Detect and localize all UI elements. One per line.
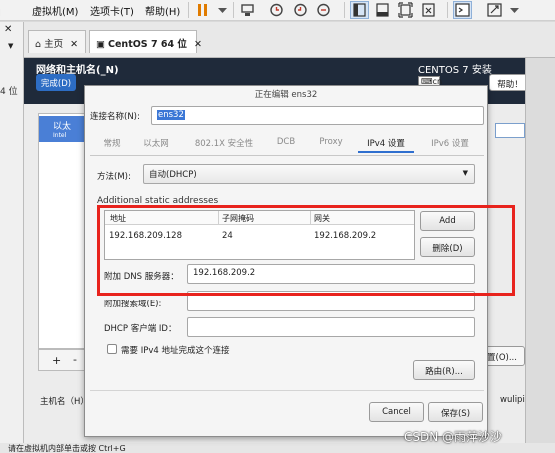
toolbar-separator xyxy=(233,2,234,18)
configure-button[interactable]: 置(O)... xyxy=(482,346,525,366)
dhcp-client-id-label: DHCP 客户端 ID： xyxy=(104,324,177,334)
dhcp-client-id-input[interactable] xyxy=(187,317,475,337)
watermark: CSDN @雨萍沙沙 xyxy=(404,430,503,444)
stretch-view-icon[interactable] xyxy=(485,1,504,19)
header-netmask: 子网掩码 xyxy=(222,214,254,223)
search-domain-input[interactable] xyxy=(187,291,475,311)
toolbar-separator xyxy=(447,2,448,18)
menu-tabs[interactable]: 选项卡(T) xyxy=(90,3,134,18)
console-view-icon[interactable] xyxy=(453,1,472,19)
method-value: 自动(DHCP) xyxy=(149,170,197,180)
vm-scrollbar-area xyxy=(525,58,555,453)
vmware-tab-row: ✕ ▼ ⌂ 主页 ✕ ▣ CentOS 7 64 位 ✕ xyxy=(0,22,555,58)
vmware-menubar: 』 虚拟机(M) 选项卡(T) 帮助(H) xyxy=(0,0,555,21)
tab-proxy[interactable]: Proxy xyxy=(314,131,348,153)
connection-name-input[interactable]: ens32 xyxy=(151,106,484,125)
menu-item-partial[interactable]: 』 xyxy=(0,3,6,18)
send-ctrl-alt-del-icon[interactable] xyxy=(238,1,257,19)
delete-address-button[interactable]: 删除(D) xyxy=(420,237,475,257)
connection-name-value: ens32 xyxy=(157,110,185,120)
show-library-icon[interactable] xyxy=(350,1,369,19)
require-ipv4-checkbox[interactable] xyxy=(107,344,117,354)
snapshot-icon[interactable] xyxy=(267,1,286,19)
connection-name-label: 连接名称(N): xyxy=(90,112,140,122)
routes-button[interactable]: 路由(R)... xyxy=(413,360,475,380)
close-library-icon[interactable]: ✕ xyxy=(4,24,12,35)
dropdown-arrow-icon[interactable] xyxy=(213,1,232,19)
library-item-partial[interactable]: 4 位 xyxy=(0,84,18,97)
save-button[interactable]: 保存(S) xyxy=(428,402,483,422)
menu-help[interactable]: 帮助(H) xyxy=(145,3,180,18)
snapshot-manager-icon[interactable] xyxy=(314,1,333,19)
chevron-down-icon[interactable]: ▼ xyxy=(8,42,13,50)
dialog-divider xyxy=(90,390,484,391)
remove-interface-button[interactable]: - xyxy=(73,353,77,366)
cell-gateway[interactable]: 192.168.209.2 xyxy=(314,231,376,241)
thumbnail-view-icon[interactable] xyxy=(373,1,392,19)
require-ipv4-label: 需要 IPv4 地址完成这个连接 xyxy=(121,346,230,356)
additional-addresses-title: Additional static addresses xyxy=(97,196,219,206)
tab-8021x[interactable]: 802.1X 安全性 xyxy=(187,131,261,153)
hostname-label: 主机名（H） xyxy=(40,397,89,407)
addresses-table: 地址 子网掩码 网关 192.168.209.128 24 192.168.20… xyxy=(104,210,415,260)
interface-sub: Intel xyxy=(53,132,67,139)
library-panel: 4 位 xyxy=(0,58,24,453)
dialog-title: 正在编辑 ens32 xyxy=(254,90,318,100)
dropdown-arrow-icon[interactable] xyxy=(505,1,524,19)
method-label: 方法(M): xyxy=(97,172,131,182)
cell-address[interactable]: 192.168.209.128 xyxy=(109,231,182,241)
tab-ethernet[interactable]: 以太网 xyxy=(138,131,174,153)
close-tab-icon[interactable]: ✕ xyxy=(194,39,202,50)
toolbar-separator xyxy=(188,2,189,18)
fullscreen-icon[interactable] xyxy=(396,1,415,19)
cancel-button[interactable]: Cancel xyxy=(369,402,424,422)
menu-vm[interactable]: 虚拟机(M) xyxy=(32,3,78,18)
tab-centos[interactable]: ▣ CentOS 7 64 位 ✕ xyxy=(89,30,202,53)
connection-toggle[interactable] xyxy=(495,123,525,138)
method-select[interactable]: 自动(DHCP) ▼ xyxy=(143,164,475,184)
home-icon: ⌂ xyxy=(35,39,42,50)
dns-label: 附加 DNS 服务器： xyxy=(104,272,179,282)
chevron-down-icon: ▼ xyxy=(462,169,468,177)
header-address: 地址 xyxy=(110,214,126,223)
tab-home-label: 主页 xyxy=(44,39,64,50)
cell-netmask[interactable]: 24 xyxy=(222,231,233,241)
add-interface-button[interactable]: + xyxy=(52,354,61,367)
table-header: 地址 子网掩码 网关 xyxy=(105,211,414,225)
interface-item[interactable]: 以太 Intel xyxy=(39,116,88,142)
done-button[interactable]: 完成(D) xyxy=(36,74,76,91)
vm-icon: ▣ xyxy=(96,39,105,50)
settings-tabs: 常规 以太网 802.1X 安全性 DCB Proxy IPv4 设置 IPv6… xyxy=(90,131,484,156)
toolbar-separator xyxy=(344,2,345,18)
unity-icon[interactable] xyxy=(419,1,438,19)
dns-input[interactable]: 192.168.209.2 xyxy=(187,264,475,284)
close-tab-icon[interactable]: ✕ xyxy=(70,39,78,50)
pause-icon[interactable] xyxy=(193,1,212,19)
interface-name: 以太 xyxy=(53,122,72,132)
tab-home[interactable]: ⌂ 主页 ✕ xyxy=(28,30,86,53)
library-header: ✕ ▼ xyxy=(0,22,24,58)
install-title: CENTOS 7 安装 xyxy=(418,65,492,76)
interface-list-toolbar: + - xyxy=(38,349,88,371)
header-gateway: 网关 xyxy=(314,214,330,223)
tab-general[interactable]: 常规 xyxy=(98,131,126,153)
table-row[interactable]: 192.168.209.128 24 192.168.209.2 xyxy=(105,228,414,243)
interface-list: 以太 Intel xyxy=(38,113,88,349)
tab-centos-label: CentOS 7 64 位 xyxy=(108,39,187,50)
tab-dcb[interactable]: DCB xyxy=(272,131,300,153)
add-address-button[interactable]: Add xyxy=(420,211,475,231)
tab-ipv6[interactable]: IPv6 设置 xyxy=(424,131,476,153)
tab-ipv4[interactable]: IPv4 设置 xyxy=(358,131,414,153)
revert-snapshot-icon[interactable] xyxy=(291,1,310,19)
